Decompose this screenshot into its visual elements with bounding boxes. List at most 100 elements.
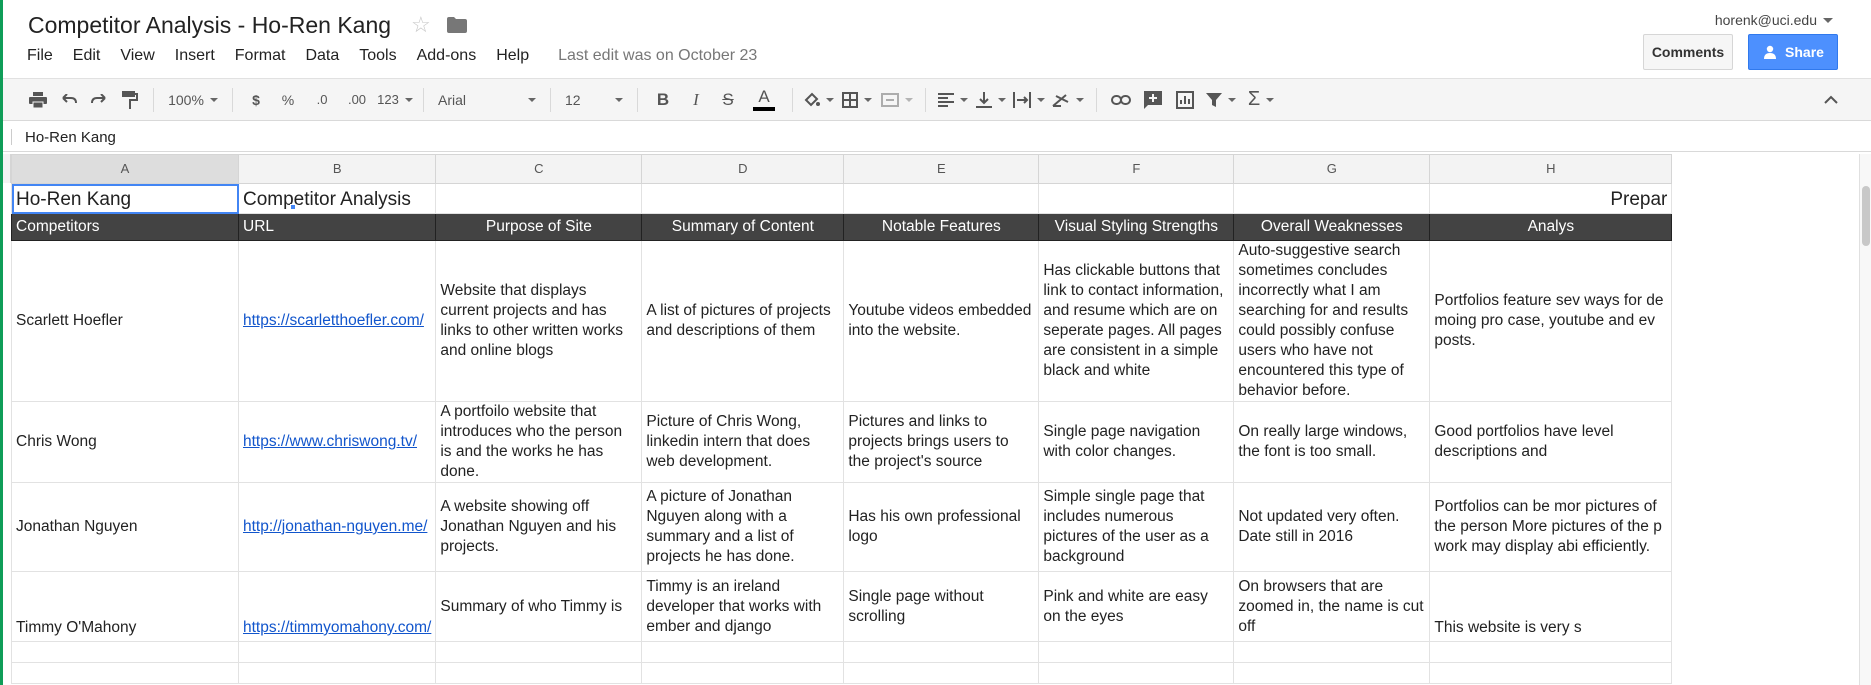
text-color-button[interactable]: A [744,85,784,115]
header-cell-analysis[interactable]: Analys [1429,213,1673,241]
vertical-align-icon[interactable] [972,85,1010,115]
last-edit-status[interactable]: Last edit was on October 23 [558,47,757,65]
cell-analysis[interactable]: Portfolios feature sev ways for demoing … [1429,240,1673,402]
font-size-select[interactable]: 12 [559,85,629,115]
increase-decimal-button[interactable]: .00 [339,85,375,115]
borders-icon[interactable] [837,85,877,115]
functions-icon[interactable]: Σ [1241,85,1281,115]
insert-comment-icon[interactable] [1137,85,1169,115]
cell-analysis[interactable]: Good portfolios have level descriptions … [1429,401,1673,483]
url-link[interactable]: https://www.chriswong.tv/ [243,433,417,450]
cell-features[interactable]: Single page without scrolling [843,571,1040,642]
cell-weaknesses[interactable]: On really large windows, the font is too… [1233,401,1431,483]
cell-styling[interactable]: Simple single page that includes numerou… [1038,482,1235,572]
fill-color-icon[interactable] [801,85,837,115]
cell-summary[interactable]: Timmy is an ireland developer that works… [641,571,845,642]
cell-b1[interactable]: Competitor Analysis [237,183,437,214]
cell-styling[interactable]: Has clickable buttons that link to conta… [1038,240,1235,402]
cell-weaknesses[interactable]: On browsers that are zoomed in, the name… [1233,571,1431,642]
header-cell-weaknesses[interactable]: Overall Weaknesses [1233,213,1431,241]
merge-cells-icon[interactable] [877,85,917,115]
header-cell-features[interactable]: Notable Features [843,213,1040,241]
formula-bar[interactable]: Ho-Ren Kang [3,122,1871,152]
cell-purpose[interactable]: Summary of who Timmy is [435,571,643,642]
cell-features[interactable]: Has his own professional logo [843,482,1040,572]
currency-format-button[interactable]: $ [241,85,271,115]
menu-help[interactable]: Help [496,47,529,65]
cell-purpose[interactable]: A portfoilo website that introduces who … [435,401,643,483]
cell-purpose[interactable]: Website that displays current projects a… [435,240,643,402]
text-rotation-icon[interactable] [1048,85,1088,115]
cell-f1[interactable] [1038,183,1235,214]
column-header-a[interactable]: A [11,154,239,184]
paint-format-icon[interactable] [115,85,145,115]
cell-competitor-name[interactable]: Jonathan Nguyen [11,482,239,572]
column-header-e[interactable]: E [843,154,1040,184]
more-formats-select[interactable]: 123 [375,85,415,115]
menu-addons[interactable]: Add-ons [417,47,477,65]
cell-url[interactable]: https://timmyomahony.com/ [237,571,437,642]
cell-summary[interactable]: A list of pictures of projects and descr… [641,240,845,402]
vertical-scrollbar[interactable] [1859,154,1871,685]
formula-bar-value[interactable]: Ho-Ren Kang [25,129,116,146]
cell-purpose[interactable]: A website showing off Jonathan Nguyen an… [435,482,643,572]
cell-weaknesses[interactable]: Not updated very often. Date still in 20… [1233,482,1431,572]
star-icon[interactable]: ☆ [411,14,431,36]
cell-features[interactable]: Pictures and links to projects brings us… [843,401,1040,483]
zoom-select[interactable]: 100% [162,85,224,115]
insert-chart-icon[interactable] [1169,85,1201,115]
cell-e1[interactable] [843,183,1040,214]
cell-summary[interactable]: Picture of Chris Wong, linkedin intern t… [641,401,845,483]
cell-weaknesses[interactable]: Auto-suggestive search sometimes conclud… [1233,240,1431,402]
cell-competitor-name[interactable]: Timmy O'Mahony [11,571,239,642]
cell-competitor-name[interactable]: Scarlett Hoefler [11,240,239,402]
cell-competitor-name[interactable]: Chris Wong [11,401,239,483]
header-cell-url[interactable]: URL [237,213,437,241]
cell-styling[interactable]: Pink and white are easy on the eyes [1038,571,1235,642]
corner-header[interactable] [3,154,11,183]
cell-g1[interactable] [1233,183,1431,214]
url-link[interactable]: https://scarletthoefler.com/ [243,312,424,329]
align-left-icon[interactable] [934,85,972,115]
insert-link-icon[interactable] [1105,85,1137,115]
menu-file[interactable]: File [27,47,53,65]
folder-icon[interactable] [446,17,467,33]
cell-analysis[interactable]: This website is very s [1429,571,1673,642]
percent-format-button[interactable]: % [271,85,305,115]
cell-d1[interactable] [641,183,845,214]
column-header-d[interactable]: D [641,154,845,184]
print-icon[interactable] [25,85,51,115]
account-menu[interactable]: horenk@uci.edu [1715,12,1833,28]
menu-edit[interactable]: Edit [73,47,101,65]
font-select[interactable]: Arial [432,85,542,115]
column-header-b[interactable]: B [237,154,437,184]
menu-tools[interactable]: Tools [359,47,396,65]
decrease-decimal-button[interactable]: .0 [305,85,339,115]
header-cell-competitors[interactable]: Competitors [11,213,239,241]
document-title[interactable]: Competitor Analysis - Ho-Ren Kang [28,12,391,39]
cell-styling[interactable]: Single page navigation with color change… [1038,401,1235,483]
selection-fill-handle[interactable] [290,204,296,210]
menu-data[interactable]: Data [305,47,339,65]
filter-icon[interactable] [1201,85,1241,115]
column-header-f[interactable]: F [1038,154,1235,184]
cell-analysis[interactable]: Portfolios can be mor pictures of the pe… [1429,482,1673,572]
url-link[interactable]: https://timmyomahony.com/ [243,619,431,636]
column-header-c[interactable]: C [435,154,643,184]
cell-url[interactable]: http://jonathan-nguyen.me/ [237,482,437,572]
column-header-g[interactable]: G [1233,154,1431,184]
bold-button[interactable]: B [646,85,680,115]
header-cell-purpose[interactable]: Purpose of Site [435,213,643,241]
share-button[interactable]: Share [1748,34,1838,70]
redo-icon[interactable] [85,85,115,115]
menu-insert[interactable]: Insert [175,47,215,65]
undo-icon[interactable] [51,85,85,115]
collapse-chevron-up-icon[interactable] [1811,85,1851,115]
header-cell-styling[interactable]: Visual Styling Strengths [1038,213,1235,241]
url-link[interactable]: http://jonathan-nguyen.me/ [243,518,427,535]
italic-button[interactable]: I [680,85,712,115]
scrollbar-thumb[interactable] [1862,186,1870,246]
header-cell-summary[interactable]: Summary of Content [641,213,845,241]
menu-format[interactable]: Format [235,47,286,65]
cell-features[interactable]: Youtube videos embedded into the website… [843,240,1040,402]
